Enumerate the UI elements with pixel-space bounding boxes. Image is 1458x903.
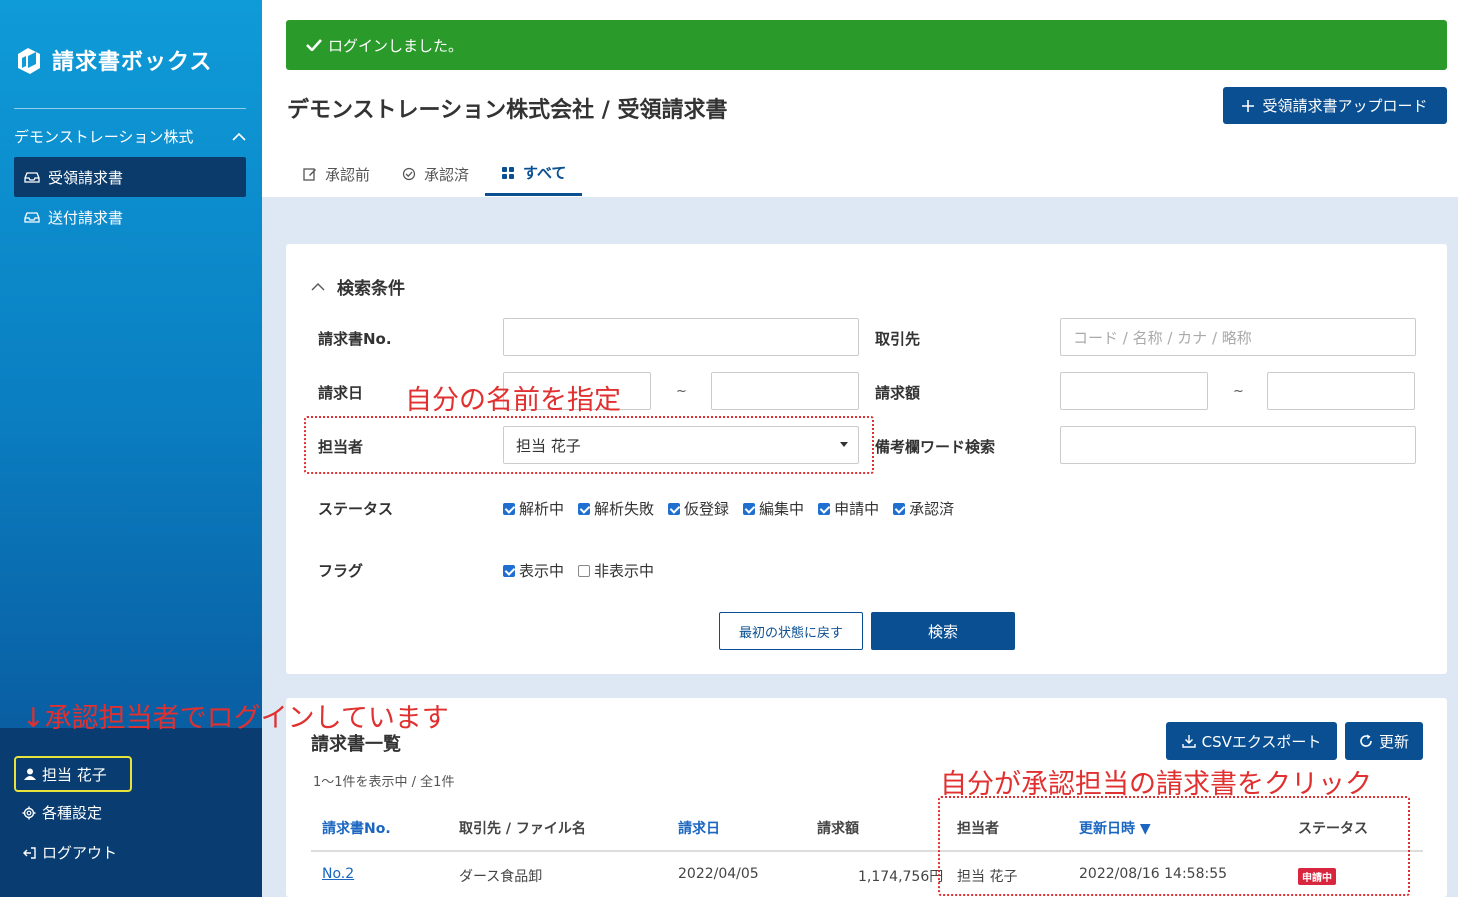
flag-checkboxes: 表示中 非表示中 <box>503 560 654 581</box>
amount-label: 請求額 <box>875 384 921 402</box>
date-to-input[interactable] <box>711 372 859 410</box>
status-checkbox[interactable]: 編集中 <box>743 498 804 519</box>
invoice-no-input[interactable] <box>503 318 859 356</box>
status-checkbox[interactable]: 仮登録 <box>668 498 729 519</box>
amount-to-input[interactable] <box>1267 372 1415 410</box>
checkbox-checked-icon <box>503 502 515 515</box>
amount-from-input[interactable] <box>1060 372 1208 410</box>
checkbox-checked-icon <box>578 502 591 515</box>
flag-checkbox-hidden[interactable]: 非表示中 <box>578 560 654 581</box>
date-range-tilde: ~ <box>676 384 687 399</box>
sidebar-item-label: 受領請求書 <box>48 168 124 187</box>
current-user[interactable]: 担当 花子 <box>14 756 132 792</box>
tab-label: 承認済 <box>424 165 470 184</box>
edit-icon <box>303 168 316 181</box>
download-icon <box>1181 735 1196 748</box>
cell-date: 2022/04/05 <box>678 866 759 882</box>
status-checkbox[interactable]: 解析失敗 <box>578 498 654 519</box>
column-header-invoice-no[interactable]: 請求書No. <box>322 818 391 838</box>
logout-link[interactable]: ログアウト <box>22 842 117 863</box>
chevron-up-icon <box>311 282 325 290</box>
status-label: ステータス <box>318 500 394 518</box>
gear-icon <box>22 806 36 819</box>
invoice-no-link[interactable]: No.2 <box>322 866 354 882</box>
csv-export-label: CSVエクスポート <box>1201 732 1322 751</box>
status-checkbox[interactable]: 申請中 <box>818 498 879 519</box>
reset-button[interactable]: 最初の状態に戻す <box>719 612 863 650</box>
checkbox-checked-icon <box>743 502 756 515</box>
status-checkbox[interactable]: 解析中 <box>503 498 564 519</box>
result-count: 1〜1件を表示中 / 全1件 <box>313 775 455 790</box>
settings-link[interactable]: 各種設定 <box>22 802 102 823</box>
plus-icon <box>1242 99 1255 112</box>
upload-label: 受領請求書アップロード <box>1262 97 1428 115</box>
invoice-no-label: 請求書No. <box>318 330 392 348</box>
sidebar: 請求書ボックス デモンストレーション株式 受領請求書 送付請求書 担当 花子 各… <box>0 0 262 897</box>
flash-message: ログインしました。 <box>286 20 1447 70</box>
checkbox-checked-icon <box>503 564 515 577</box>
flash-text: ログインしました。 <box>328 36 464 55</box>
csv-export-button[interactable]: CSVエクスポート <box>1166 722 1337 760</box>
flag-label: フラグ <box>318 562 364 580</box>
annotation-box-assignee <box>304 416 874 474</box>
company-selector[interactable]: デモンストレーション株式 <box>14 126 246 147</box>
column-header-date[interactable]: 請求日 <box>678 818 720 838</box>
tab-label: すべて <box>523 164 567 182</box>
inbox-icon <box>24 172 40 183</box>
tab-label: 承認前 <box>325 165 371 184</box>
bottom-strip <box>0 897 1458 903</box>
tab-all[interactable]: すべて <box>485 152 583 196</box>
search-button[interactable]: 検索 <box>871 612 1015 650</box>
tab-bar: 承認前 承認済 すべて <box>287 152 583 196</box>
client-label: 取引先 <box>875 330 921 348</box>
grid-icon <box>502 166 515 179</box>
upload-button[interactable]: 受領請求書アップロード <box>1223 87 1447 124</box>
checkbox-checked-icon <box>893 502 906 515</box>
cell-amount: 1,174,756円 <box>858 869 944 885</box>
logout-icon <box>23 846 36 859</box>
logo[interactable]: 請求書ボックス <box>14 44 212 76</box>
annotation-box-row <box>938 796 1410 896</box>
checkbox-empty-icon <box>578 564 591 577</box>
cell-client: ダース食品卸 <box>459 869 543 885</box>
check-icon <box>306 39 322 51</box>
check-circle-icon <box>402 167 416 181</box>
chevron-up-icon <box>232 132 246 141</box>
memo-input[interactable] <box>1060 426 1416 464</box>
page-title: デモンストレーション株式会社 / 受領請求書 <box>287 98 728 123</box>
sidebar-item-label: 送付請求書 <box>48 208 124 227</box>
logout-label: ログアウト <box>42 844 118 862</box>
user-icon <box>24 768 36 780</box>
settings-label: 各種設定 <box>42 804 103 822</box>
checkbox-checked-icon <box>668 502 681 515</box>
user-name: 担当 花子 <box>42 765 107 784</box>
company-name: デモンストレーション株式 <box>14 128 194 146</box>
tab-approved[interactable]: 承認済 <box>386 152 485 196</box>
amount-range-tilde: ~ <box>1233 384 1244 399</box>
sidebar-item-sent[interactable]: 送付請求書 <box>14 197 246 237</box>
client-input[interactable]: コード / 名称 / カナ / 略称 <box>1060 318 1416 356</box>
status-checkboxes: 解析中 解析失敗 仮登録 編集中 申請中 承認済 <box>503 498 954 519</box>
sidebar-divider <box>14 108 246 109</box>
refresh-label: 更新 <box>1378 732 1409 751</box>
date-label: 請求日 <box>318 384 364 402</box>
refresh-icon <box>1360 734 1372 747</box>
tab-pending[interactable]: 承認前 <box>287 152 386 196</box>
status-checkbox[interactable]: 承認済 <box>893 498 954 519</box>
refresh-button[interactable]: 更新 <box>1345 722 1423 760</box>
memo-label: 備考欄ワード検索 <box>875 438 996 456</box>
inbox-icon <box>24 212 40 223</box>
column-header-client: 取引先 / ファイル名 <box>459 821 586 837</box>
annotation-login-hint: ↓承認担当者でログインしています <box>22 703 449 734</box>
sidebar-item-received[interactable]: 受領請求書 <box>14 157 246 197</box>
logo-icon <box>18 48 40 74</box>
search-toggle[interactable]: 検索条件 <box>311 274 405 299</box>
flag-checkbox-shown[interactable]: 表示中 <box>503 560 564 581</box>
search-title: 検索条件 <box>337 279 405 299</box>
logo-text: 請求書ボックス <box>52 50 213 75</box>
annotation-name-hint: 自分の名前を指定 <box>405 385 621 416</box>
checkbox-checked-icon <box>818 502 831 515</box>
column-header-amount: 請求額 <box>817 821 859 837</box>
